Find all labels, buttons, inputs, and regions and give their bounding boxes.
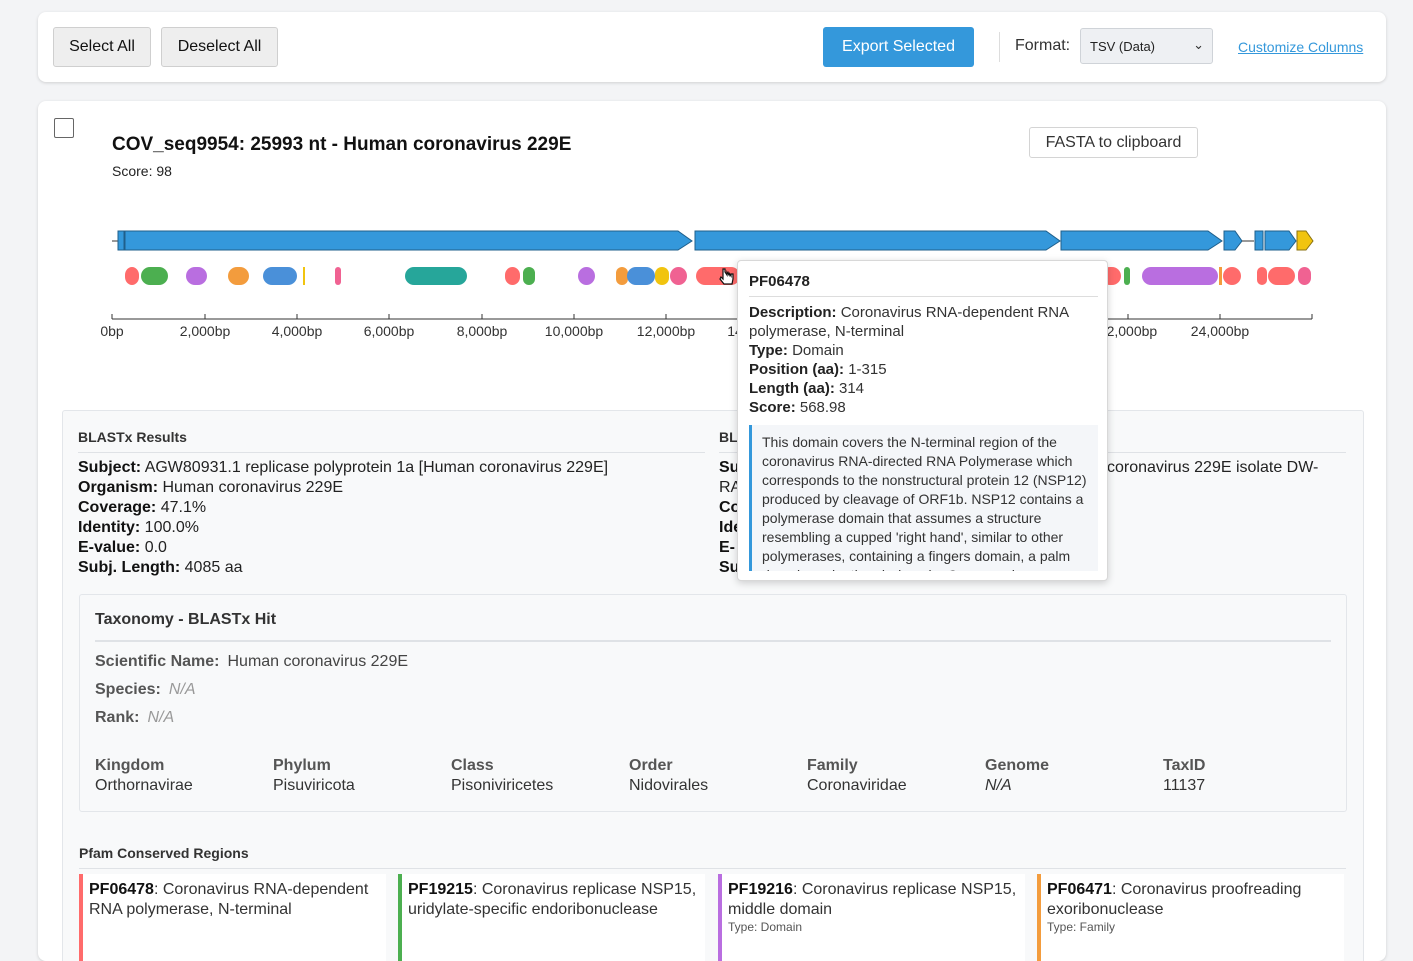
domain-pill[interactable] bbox=[1257, 267, 1267, 285]
results-panel: BLASTx Results Subject: AGW80931.1 repli… bbox=[62, 410, 1364, 961]
domain-pill[interactable] bbox=[186, 267, 207, 285]
domain-pill[interactable] bbox=[1124, 267, 1130, 285]
orf-arrow[interactable] bbox=[1264, 230, 1297, 251]
domain-pill[interactable] bbox=[141, 267, 168, 285]
taxonomy-rank: Rank: N/A bbox=[95, 709, 175, 726]
blastx-evalue: E-value: 0.0 bbox=[78, 539, 167, 556]
blastn-subject-text: coronavirus 229E isolate DW- bbox=[1107, 459, 1319, 476]
domain-pill[interactable] bbox=[1219, 267, 1222, 285]
rank-kingdom: Kingdom Orthornavirae bbox=[95, 757, 193, 794]
tooltip-position: Position (aa): 1-315 bbox=[749, 361, 887, 378]
taxonomy-scientific-name: Scientific Name: Human coronavirus 229E bbox=[95, 653, 409, 670]
format-select[interactable]: TSV (Data) ⌄ bbox=[1080, 28, 1213, 64]
orf-arrow[interactable] bbox=[1223, 230, 1243, 251]
domain-pill[interactable] bbox=[263, 267, 297, 285]
taxonomy-title: Taxonomy - BLASTx Hit bbox=[95, 611, 277, 628]
genome-map: 0bp 2,000bp 4,000bp 6,000bp 8,000bp 10,0… bbox=[100, 230, 1314, 339]
pfam-domain-track bbox=[125, 267, 1311, 285]
export-selected-button[interactable]: Export Selected bbox=[823, 27, 974, 67]
taxonomy-divider bbox=[95, 640, 1331, 642]
orf-arrow[interactable] bbox=[1060, 230, 1223, 251]
domain-pill[interactable] bbox=[505, 267, 520, 285]
domain-pill[interactable] bbox=[627, 267, 655, 285]
taxonomy-species: Species: N/A bbox=[95, 681, 196, 698]
domain-pill[interactable] bbox=[670, 267, 687, 285]
tooltip-divider bbox=[749, 296, 1098, 297]
deselect-all-button[interactable]: Deselect All bbox=[161, 27, 278, 67]
tooltip-type: Type: Domain bbox=[749, 342, 844, 359]
domain-pill[interactable] bbox=[1223, 267, 1241, 285]
pfam-divider bbox=[79, 868, 1346, 869]
domain-pill[interactable] bbox=[578, 267, 595, 285]
blastx-subject-length: Subj. Length: 4085 aa bbox=[78, 559, 243, 576]
select-all-button[interactable]: Select All bbox=[53, 27, 151, 67]
axis-tick-label: 2,000bp bbox=[180, 323, 231, 339]
blastn-heading: BL bbox=[719, 429, 738, 445]
domain-pill[interactable] bbox=[1268, 267, 1295, 285]
domain-pill[interactable] bbox=[125, 267, 139, 285]
blastn-evalue: E- bbox=[719, 539, 735, 556]
taxonomy-box: Taxonomy - BLASTx Hit Scientific Name: Hu… bbox=[79, 594, 1347, 812]
pfam-card[interactable]: PF06471: Coronavirus proofreading exorib… bbox=[1037, 874, 1344, 961]
export-toolbar: Select All Deselect All Export Selected … bbox=[38, 12, 1386, 82]
tooltip-details: Description: Coronavirus RNA-dependent R… bbox=[749, 303, 1099, 417]
format-select-value: TSV (Data) bbox=[1090, 38, 1156, 54]
axis-tick-label: 8,000bp bbox=[457, 323, 508, 339]
axis-tick-label: 10,000bp bbox=[545, 323, 604, 339]
axis-tick-label: 0bp bbox=[100, 323, 124, 339]
genome-axis: 0bp 2,000bp 4,000bp 6,000bp 8,000bp 10,0… bbox=[100, 314, 1313, 339]
orf-block[interactable] bbox=[1254, 230, 1264, 251]
tooltip-length: Length (aa): 314 bbox=[749, 380, 865, 397]
rank-taxid: TaxID 11137 bbox=[1163, 757, 1206, 794]
tooltip-score: Score: 568.98 bbox=[749, 399, 846, 416]
domain-pill[interactable] bbox=[303, 267, 305, 285]
format-label: Format: bbox=[1015, 37, 1071, 54]
axis-tick-label: 6,000bp bbox=[364, 323, 415, 339]
rank-class: Class Pisoniviricetes bbox=[451, 757, 554, 794]
pfam-card[interactable]: PF06478: Coronavirus RNA-dependent RNA p… bbox=[79, 874, 386, 961]
domain-pill[interactable] bbox=[655, 267, 669, 285]
chevron-down-icon: ⌄ bbox=[1193, 37, 1204, 52]
tooltip-long-description: This domain covers the N-terminal region… bbox=[749, 425, 1098, 571]
orf-arrow[interactable] bbox=[694, 230, 1061, 251]
tooltip-title: PF06478 bbox=[749, 273, 810, 290]
tooltip-description: Description: Coronavirus RNA-dependent R… bbox=[749, 304, 1069, 340]
axis-tick-label: 24,000bp bbox=[1191, 323, 1250, 339]
sequence-card: COV_seq9954: 25993 nt - Human coronaviru… bbox=[38, 101, 1386, 961]
rank-phylum: Phylum Pisuviricota bbox=[273, 757, 355, 794]
toolbar-divider bbox=[999, 32, 1000, 62]
blastx-coverage: Coverage: 47.1% bbox=[78, 499, 207, 516]
domain-pill[interactable] bbox=[405, 267, 467, 285]
domain-pill[interactable] bbox=[523, 267, 535, 285]
orf-block[interactable] bbox=[117, 230, 125, 251]
blastx-identity: Identity: 100.0% bbox=[78, 519, 199, 536]
orf-arrow-yellow[interactable] bbox=[1296, 230, 1314, 251]
blastx-divider bbox=[78, 452, 705, 453]
domain-pill[interactable] bbox=[1298, 267, 1311, 285]
domain-pill[interactable] bbox=[616, 267, 628, 285]
rank-genome: Genome N/A bbox=[985, 757, 1050, 794]
blastx-organism: Organism: Human coronavirus 229E bbox=[78, 479, 344, 496]
blastx-subject: Subject: AGW80931.1 replicase polyprotei… bbox=[78, 459, 609, 476]
rank-family: Family Coronaviridae bbox=[807, 757, 907, 794]
orf-arrow[interactable] bbox=[124, 230, 693, 251]
domain-pill[interactable] bbox=[335, 267, 341, 285]
domain-pill[interactable] bbox=[1142, 267, 1218, 285]
domain-tooltip: PF06478 Description: Coronavirus RNA-dep… bbox=[737, 260, 1108, 581]
customize-columns-link[interactable]: Customize Columns bbox=[1238, 39, 1363, 55]
pfam-heading: Pfam Conserved Regions bbox=[79, 845, 249, 861]
axis-tick-label: 12,000bp bbox=[637, 323, 696, 339]
domain-pill[interactable] bbox=[228, 267, 249, 285]
blastx-heading: BLASTx Results bbox=[78, 429, 187, 445]
axis-tick-label: 4,000bp bbox=[272, 323, 323, 339]
rank-order: Order Nidovirales bbox=[629, 757, 709, 794]
pfam-card[interactable]: PF19215: Coronavirus replicase NSP15, ur… bbox=[398, 874, 705, 961]
pfam-card[interactable]: PF19216: Coronavirus replicase NSP15, mi… bbox=[718, 874, 1025, 961]
